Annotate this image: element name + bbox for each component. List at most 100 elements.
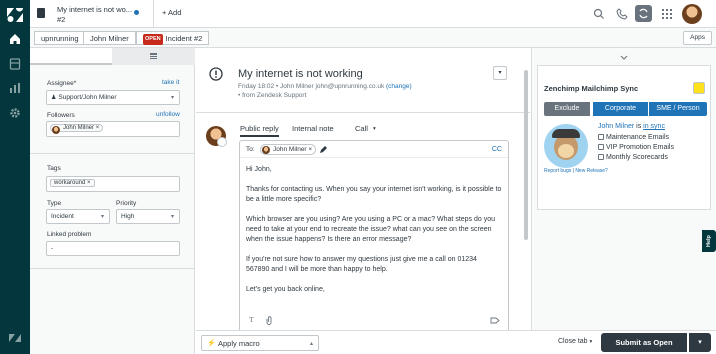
divider (30, 268, 195, 269)
tag-chip[interactable]: workaround × (50, 179, 95, 187)
recipient-chip[interactable]: John Milner × (260, 144, 317, 155)
exclude-button[interactable]: Exclude (544, 102, 590, 116)
macro-suggest-icon[interactable] (490, 316, 500, 325)
checkbox[interactable] (598, 144, 604, 150)
phone-icon[interactable] (615, 7, 629, 21)
product-nav (0, 0, 30, 354)
breadcrumb-user[interactable]: John Milner (83, 31, 136, 45)
sync-user-name[interactable]: John Milner (598, 123, 634, 130)
chevron-down-icon: ▾ (100, 214, 104, 220)
corporate-button[interactable]: Corporate (593, 102, 648, 116)
ticket-meta: Friday 18:02 • John Milner john@upnrunni… (238, 83, 412, 90)
cc-link[interactable]: CC (492, 146, 502, 153)
reporting-icon[interactable] (9, 82, 21, 94)
properties-tabs (30, 48, 195, 65)
checkbox[interactable] (598, 154, 604, 160)
list-checkbox[interactable]: Maintenance Emails (598, 134, 669, 141)
priority-value: High (121, 213, 135, 220)
followers-field[interactable]: John Milner × (46, 121, 180, 137)
person-icon: ♟ (51, 95, 57, 101)
list-label: Maintenance Emails (606, 134, 670, 141)
change-requester-link[interactable]: (change) (386, 83, 412, 90)
priority-select[interactable]: High ▾ (116, 209, 180, 224)
apps-button[interactable]: Apps (683, 31, 712, 45)
divider (196, 112, 530, 113)
attachment-icon[interactable] (265, 316, 273, 325)
breadcrumb: upnrunning John Milner OPEN Incident #2 A… (30, 28, 716, 48)
apply-macro-button[interactable]: ⚡ Apply macro ▴ (201, 335, 319, 351)
list-checkbox[interactable]: Monthly Scorecards (598, 154, 668, 161)
linked-problem-value: - (51, 245, 54, 252)
list-label: Monthly Scorecards (606, 154, 668, 161)
ticket-icon (37, 8, 45, 18)
home-icon[interactable] (9, 33, 21, 45)
tab-call[interactable]: Call (355, 124, 368, 133)
submit-status-dropdown[interactable]: ▾ (689, 333, 711, 352)
linked-problem-select[interactable]: - (46, 241, 180, 256)
assignee-label: Assignee* (47, 80, 77, 87)
mailchimp-logo-icon (693, 82, 705, 94)
apps-sidebar: Zenchimp Mailchimp Sync Exclude Corporat… (531, 48, 716, 330)
app-footer-links[interactable]: Report bugs | New Release? (544, 168, 608, 174)
checkbox[interactable] (598, 134, 604, 140)
status-badge: OPEN (143, 34, 163, 45)
followers-label: Followers (47, 112, 75, 119)
breadcrumb-ticket[interactable]: OPEN Incident #2 (136, 31, 210, 45)
scrollbar[interactable] (524, 70, 528, 240)
ticket-properties: Assignee* take it ♟ Support/John Milner ▾… (30, 48, 195, 354)
linked-problem-label: Linked problem (47, 231, 92, 238)
edit-pencil-icon[interactable] (319, 145, 328, 154)
take-it-link[interactable]: take it (162, 79, 179, 86)
tags-field[interactable]: workaround × (46, 176, 180, 192)
sync-status-value[interactable]: in sync (643, 123, 665, 130)
ticket-tab[interactable]: My internet is not wo... #2 (30, 0, 154, 28)
breadcrumb-ticket-label: Incident #2 (165, 34, 203, 43)
reply-body[interactable]: Hi John, Thanks for contacting us. When … (246, 165, 502, 305)
admin-gear-icon[interactable] (9, 107, 21, 119)
top-bar: My internet is not wo... #2 + Add (30, 0, 716, 28)
ticket-options-button[interactable]: ▾ (493, 66, 507, 80)
follower-chip[interactable]: John Milner × (50, 124, 104, 134)
views-icon[interactable] (9, 58, 21, 70)
tab-user-info[interactable] (112, 48, 195, 65)
apps-grid-icon[interactable] (660, 7, 674, 21)
conversations-icon[interactable] (635, 5, 652, 22)
lightning-icon: ⚡ (207, 340, 216, 347)
remove-icon[interactable]: × (96, 125, 100, 131)
tab-internal-note[interactable]: Internal note (292, 124, 334, 133)
reply-editor[interactable]: To: John Milner × CC Hi John, Thanks for… (239, 140, 509, 330)
zendesk-logo-icon[interactable] (7, 8, 23, 22)
reply-line: Which browser are you using? Are you usi… (246, 216, 496, 243)
tab-properties[interactable] (30, 48, 112, 65)
zenchimp-app: Zenchimp Mailchimp Sync Exclude Corporat… (537, 65, 711, 210)
app-title: Zenchimp Mailchimp Sync (544, 84, 639, 93)
tab-public-reply[interactable]: Public reply (240, 124, 279, 137)
chevron-down-icon[interactable]: ▾ (373, 126, 376, 132)
chevron-up-icon: ▴ (309, 341, 313, 347)
search-icon[interactable] (592, 7, 606, 21)
close-tab-button[interactable]: Close tab ▾ (558, 338, 592, 345)
ticket-type-icon (209, 67, 223, 81)
list-checkbox[interactable]: VIP Promotion Emails (598, 144, 674, 151)
remove-icon[interactable]: × (308, 146, 312, 153)
chevron-down-icon: ▾ (498, 70, 502, 76)
user-avatar[interactable] (682, 4, 702, 24)
add-button[interactable]: + Add (162, 8, 181, 17)
page-title[interactable]: My internet is not working (238, 68, 363, 80)
chevron-down-icon: ▾ (589, 339, 593, 345)
remove-icon[interactable]: × (87, 180, 91, 186)
text-format-icon[interactable]: T (249, 315, 254, 324)
zendesk-products-icon[interactable] (9, 332, 21, 344)
app-chevron-icon[interactable] (537, 53, 711, 63)
type-select[interactable]: Incident ▾ (46, 209, 110, 224)
unfollow-link[interactable]: unfollow (156, 111, 180, 118)
reply-line: Thanks for contacting us. When you say y… (246, 186, 502, 203)
assignee-select[interactable]: ♟ Support/John Milner ▾ (46, 90, 180, 105)
breadcrumb-org[interactable]: upnrunning (34, 31, 86, 45)
submit-button[interactable]: Submit as Open (601, 333, 687, 352)
ticket-tab-number: #2 (57, 15, 66, 24)
help-button[interactable]: Help (702, 230, 716, 252)
tags-label: Tags (47, 165, 61, 172)
sme-person-button[interactable]: SME / Person (649, 102, 707, 116)
reply-line: If you're not sure how to answer my ques… (246, 256, 477, 273)
